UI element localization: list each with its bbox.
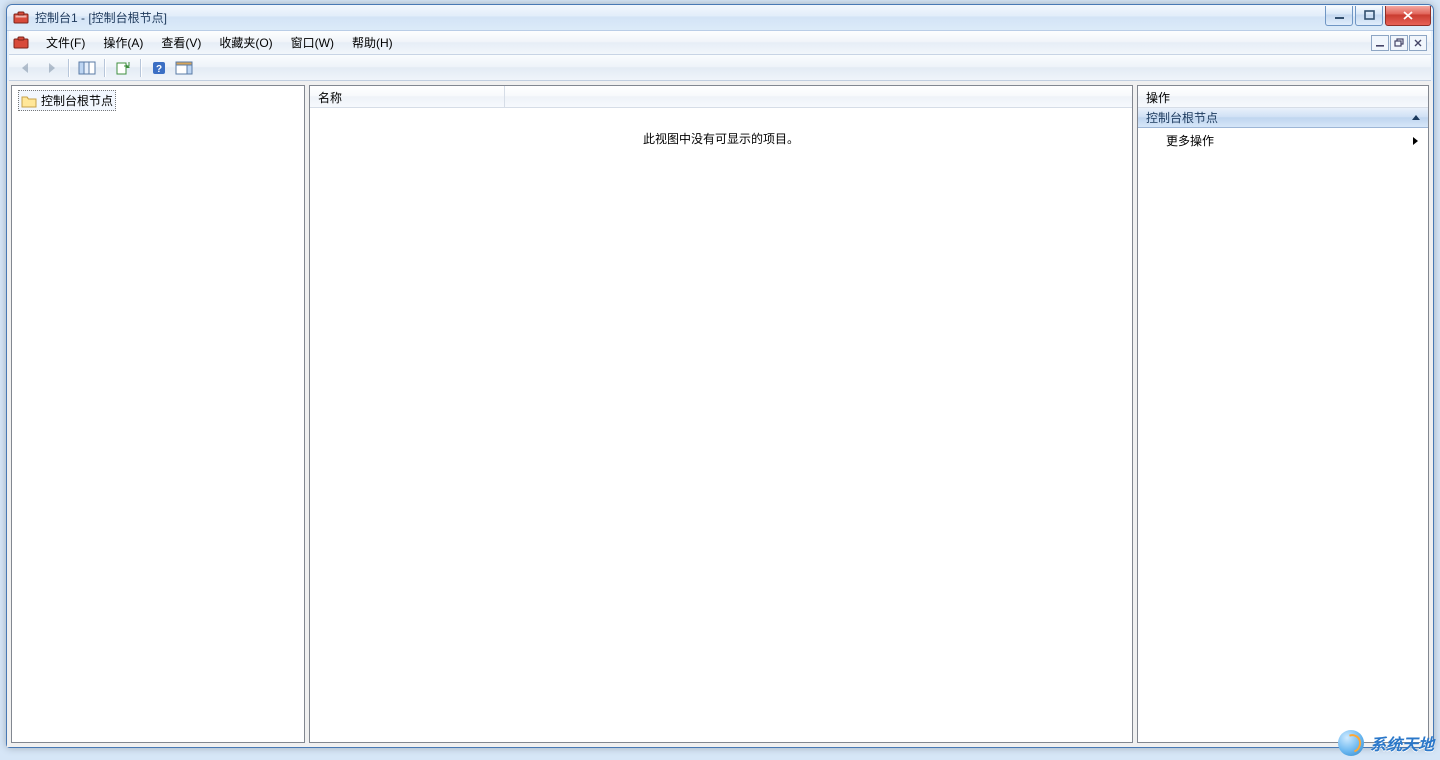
tree-root-node[interactable]: 控制台根节点 xyxy=(18,90,116,111)
toolbar: ? xyxy=(9,55,1431,81)
menubar: 文件(F) 操作(A) 查看(V) 收藏夹(O) 窗口(W) 帮助(H) xyxy=(9,31,1431,55)
toolbar-separator xyxy=(68,59,70,77)
collapse-icon xyxy=(1412,115,1420,120)
menu-window[interactable]: 窗口(W) xyxy=(282,31,343,54)
nav-back-button[interactable] xyxy=(15,57,37,79)
tree-pane: 控制台根节点 xyxy=(11,85,305,743)
menu-view[interactable]: 查看(V) xyxy=(152,31,210,54)
tree-body: 控制台根节点 xyxy=(12,86,304,742)
toolbar-separator xyxy=(140,59,142,77)
nav-forward-button[interactable] xyxy=(40,57,62,79)
watermark-text: 系统天地 xyxy=(1370,731,1434,755)
actions-section-header[interactable]: 控制台根节点 xyxy=(1138,108,1428,128)
actions-pane: 操作 控制台根节点 更多操作 xyxy=(1137,85,1429,743)
action-more-actions[interactable]: 更多操作 xyxy=(1138,128,1428,153)
toolbar-separator xyxy=(104,59,106,77)
menu-file[interactable]: 文件(F) xyxy=(37,31,94,54)
actions-pane-title: 操作 xyxy=(1138,86,1428,108)
app-icon xyxy=(13,10,29,26)
column-spacer xyxy=(505,86,1132,107)
mdi-controls xyxy=(1371,35,1427,51)
tree-root-label: 控制台根节点 xyxy=(41,92,113,109)
actions-section-title: 控制台根节点 xyxy=(1146,109,1218,126)
menu-help[interactable]: 帮助(H) xyxy=(343,31,402,54)
console-icon xyxy=(13,35,29,51)
maximize-button[interactable] xyxy=(1355,6,1383,26)
export-list-button[interactable] xyxy=(112,57,134,79)
folder-icon xyxy=(21,94,37,108)
list-header: 名称 xyxy=(310,86,1132,108)
help-button[interactable]: ? xyxy=(148,57,170,79)
titlebar: 控制台1 - [控制台根节点] xyxy=(7,5,1433,31)
list-body: 此视图中没有可显示的项目。 xyxy=(310,108,1132,742)
menu-action[interactable]: 操作(A) xyxy=(94,31,152,54)
list-pane: 名称 此视图中没有可显示的项目。 xyxy=(309,85,1133,743)
globe-icon xyxy=(1338,730,1364,756)
mmc-window: 控制台1 - [控制台根节点] 文件(F) 操作(A) 查看(V) 收藏夹(O)… xyxy=(6,4,1434,748)
window-buttons xyxy=(1325,6,1431,26)
show-hide-tree-button[interactable] xyxy=(76,57,98,79)
window-title: 控制台1 - [控制台根节点] xyxy=(35,9,1325,26)
empty-list-message: 此视图中没有可显示的项目。 xyxy=(310,130,1132,147)
submenu-arrow-icon xyxy=(1413,137,1418,145)
minimize-button[interactable] xyxy=(1325,6,1353,26)
mdi-restore-button[interactable] xyxy=(1390,35,1408,51)
watermark: 系统天地 xyxy=(1338,730,1434,756)
column-name[interactable]: 名称 xyxy=(310,86,505,107)
mdi-close-button[interactable] xyxy=(1409,35,1427,51)
close-button[interactable] xyxy=(1385,6,1431,26)
svg-text:?: ? xyxy=(156,64,162,75)
action-more-actions-label: 更多操作 xyxy=(1166,132,1214,149)
mdi-minimize-button[interactable] xyxy=(1371,35,1389,51)
menu-favorites[interactable]: 收藏夹(O) xyxy=(210,31,281,54)
client-area: 控制台根节点 名称 此视图中没有可显示的项目。 操作 控制台根节点 更多操作 xyxy=(7,81,1433,747)
show-hide-action-pane-button[interactable] xyxy=(173,57,195,79)
